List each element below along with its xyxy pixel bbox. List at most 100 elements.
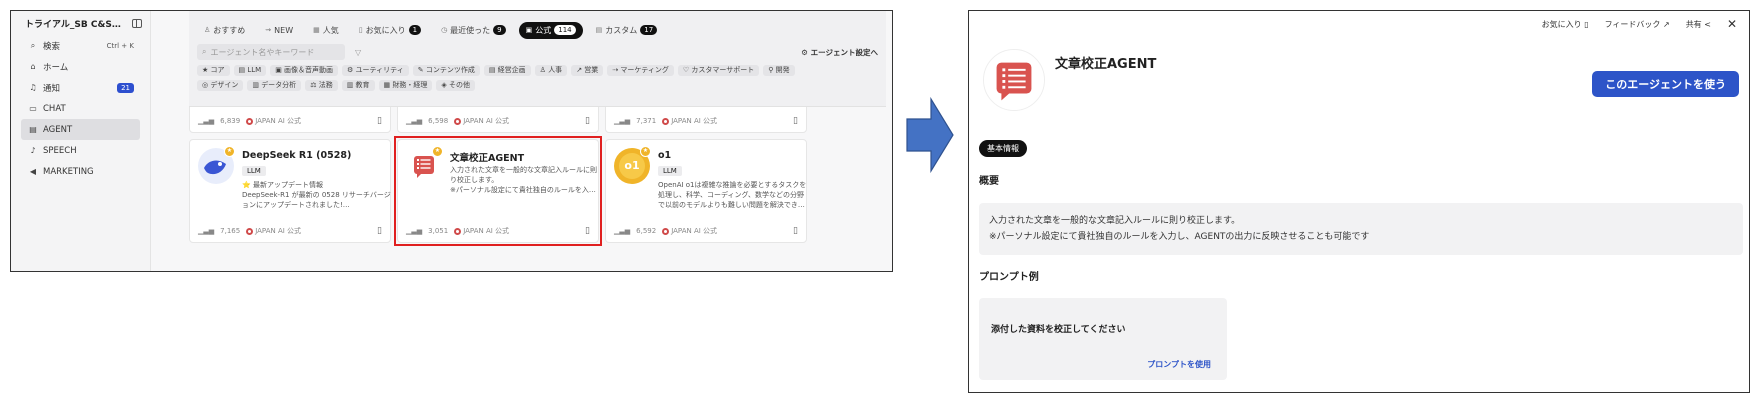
chip-label: マーケティング xyxy=(620,66,669,74)
shortcut-hint: Ctrl + K xyxy=(106,41,134,50)
chip-icon: ⚲ xyxy=(768,66,776,74)
workspace-switcher[interactable]: トライアル_SB C&S… xyxy=(11,11,150,35)
featured-star-icon: ★ xyxy=(224,146,235,157)
sidebar-toggle-icon[interactable] xyxy=(132,18,142,28)
tab-4[interactable]: ◷ 最近使った 9 xyxy=(434,22,513,39)
category-chip[interactable]: ▤ 経営企画 xyxy=(483,65,531,76)
thumbs-up-icon: ♙ xyxy=(204,26,211,34)
use-prompt-link[interactable]: プロンプトを使用 xyxy=(1147,359,1211,370)
category-chip[interactable]: ⇢ マーケティング xyxy=(607,65,674,76)
tab-1[interactable]: ⇝ NEW xyxy=(258,23,300,38)
feedback-label: フィードバック xyxy=(1604,19,1661,29)
filter-icon[interactable]: ▽ xyxy=(355,48,361,57)
category-chip[interactable]: ♙ 人事 xyxy=(534,65,568,76)
category-chip[interactable]: ⚲ 開発 xyxy=(763,65,795,76)
tab-label: 公式 xyxy=(535,25,552,35)
publisher: JAPAN AI 公式 xyxy=(246,226,301,236)
sidebar-item-speech[interactable]: ♪ SPEECH xyxy=(21,140,140,161)
usage-icon: ▁▃▅ xyxy=(614,227,631,235)
new-icon: ⇝ xyxy=(265,26,272,34)
use-agent-button[interactable]: このエージェントを使う xyxy=(1592,71,1739,97)
category-chip[interactable]: ◈ その他 xyxy=(436,80,475,91)
sidebar-item-2[interactable]: ♫ 通知 21 xyxy=(21,77,140,98)
chip-icon: ♙ xyxy=(539,66,549,74)
agent-settings-link[interactable]: ⚙ エージェント設定へ xyxy=(801,47,878,58)
external-link-icon: ↗ xyxy=(1662,19,1670,29)
publisher-label: JAPAN AI 公式 xyxy=(255,227,302,235)
sidebar-item-marketing[interactable]: ◀ MARKETING xyxy=(21,161,140,182)
category-chip[interactable]: ⚙ ユーティリティ xyxy=(342,65,409,76)
category-chip[interactable]: ⚖ 法務 xyxy=(305,80,338,91)
agent-settings-label: エージェント設定へ xyxy=(810,47,878,57)
tab-count-badge: 1 xyxy=(408,25,422,35)
usage-icon: ▁▃▅ xyxy=(198,117,215,125)
basic-info-tab[interactable]: 基本情報 xyxy=(979,140,1027,157)
agent-list-screen: トライアル_SB C&S… ⌕ 検索 Ctrl + K ⌂ ホーム ♫ 通知 21 ▭ CHAT ▤… xyxy=(10,10,893,272)
category-chip[interactable]: ★ コア xyxy=(197,65,230,76)
feedback-link[interactable]: フィードバック ↗ xyxy=(1605,19,1670,30)
usage-icon: ▁▃▅ xyxy=(198,227,215,235)
publisher-label: JAPAN AI 公式 xyxy=(463,117,510,125)
tab-2[interactable]: ▦ 人気 xyxy=(306,22,346,39)
chip-label: 経営企画 xyxy=(497,66,526,74)
close-button[interactable]: ✕ xyxy=(1727,17,1737,31)
tab-5[interactable]: ▣ 公式 114 xyxy=(518,21,583,39)
sidebar-item-agent[interactable]: ▤ AGENT xyxy=(21,119,140,140)
chip-label: LLM xyxy=(247,66,262,74)
chat-icon: ▭ xyxy=(29,104,37,113)
category-chip[interactable]: ▦ 財務・経理 xyxy=(378,80,433,91)
category-chip[interactable]: ◎ デザイン xyxy=(197,80,244,91)
official-icon: ▣ xyxy=(525,26,533,34)
chip-label: 財務・経理 xyxy=(392,81,428,89)
home-icon: ⌂ xyxy=(30,62,36,71)
sidebar-item-label: CHAT xyxy=(43,103,66,114)
prompt-example-card[interactable]: 添付した資料を校正してください プロンプトを使用 xyxy=(979,298,1227,380)
share-icon: < xyxy=(1704,19,1711,29)
publisher-label: JAPAN AI 公式 xyxy=(255,117,302,125)
chip-label: 教育 xyxy=(355,81,370,89)
category-chip[interactable]: ↗ 営業 xyxy=(571,65,604,76)
tab-count-badge: 17 xyxy=(640,25,658,35)
sidebar-item-label: SPEECH xyxy=(43,145,77,156)
tab-6[interactable]: ▤ カスタム 17 xyxy=(589,22,665,39)
bookmark-icon[interactable]: ▯ xyxy=(377,116,382,126)
bookmark-icon: ▯ xyxy=(358,26,363,34)
agent-icon: ▤ xyxy=(29,125,37,134)
bookmark-icon[interactable]: ▯ xyxy=(793,116,798,126)
search-input[interactable]: ⌕ エージェント名やキーワード xyxy=(197,44,345,60)
bookmark-icon[interactable]: ▯ xyxy=(793,226,798,236)
sidebar-item-1[interactable]: ⌂ ホーム xyxy=(21,56,140,77)
category-chip[interactable]: ▤ LLM xyxy=(233,65,267,76)
share-label: 共有 xyxy=(1685,19,1702,29)
category-chip[interactable]: ▥ データ分析 xyxy=(247,80,302,91)
category-chip[interactable]: ▣ 画像＆音声動画 xyxy=(270,65,339,76)
chip-label: 人事 xyxy=(548,66,563,74)
agent-card[interactable]: ★ DeepSeek R1 (0528) LLM ⭐ 最新アップデート情報 DeepS… xyxy=(189,139,391,243)
publisher: JAPAN AI 公式 xyxy=(662,116,717,126)
sidebar-item-label: ホーム xyxy=(43,62,69,73)
sidebar-item-chat[interactable]: ▭ CHAT xyxy=(21,98,140,119)
tab-0[interactable]: ♙ おすすめ xyxy=(197,22,252,39)
japan-ai-logo-icon xyxy=(246,227,254,235)
bookmark-icon[interactable]: ▯ xyxy=(377,226,382,236)
sidebar: トライアル_SB C&S… ⌕ 検索 Ctrl + K ⌂ ホーム ♫ 通知 21 ▭ CHAT ▤… xyxy=(11,11,151,271)
tab-label: 人気 xyxy=(322,25,339,35)
bell-icon: ♫ xyxy=(29,83,37,92)
bookmark-icon[interactable]: ▯ xyxy=(585,116,590,126)
card-footer: ▁▃▅ 7,165 JAPAN AI 公式 ▯ xyxy=(198,225,382,237)
sidebar-item-label: 通知 xyxy=(43,83,61,94)
chip-icon: ⚙ xyxy=(347,66,356,74)
card-footer: ▁▃▅ 7,371 JAPAN AI 公式 ▯ xyxy=(614,115,798,127)
share-button[interactable]: 共有 < xyxy=(1686,19,1711,30)
sidebar-item-0[interactable]: ⌕ 検索 Ctrl + K xyxy=(21,35,140,56)
usage-icon: ▁▃▅ xyxy=(406,117,423,125)
favorite-button[interactable]: お気に入り ▯ xyxy=(1542,19,1589,30)
sidebar-item-label: MARKETING xyxy=(43,166,94,177)
chip-icon: ◈ xyxy=(441,81,449,89)
category-chip[interactable]: ▥ 教育 xyxy=(341,80,375,91)
agent-card[interactable]: o1 ★ o1 LLM OpenAI o1は複雑な推論を必要とするタスクを処理し、科学、… xyxy=(605,139,807,243)
category-chip[interactable]: ♡ カスタマーサポート xyxy=(677,65,760,76)
category-chip[interactable]: ✎ コンテンツ作成 xyxy=(412,65,480,76)
chip-label: カスタマーサポート xyxy=(691,66,755,74)
tab-3[interactable]: ▯ お気に入り 1 xyxy=(352,22,428,39)
